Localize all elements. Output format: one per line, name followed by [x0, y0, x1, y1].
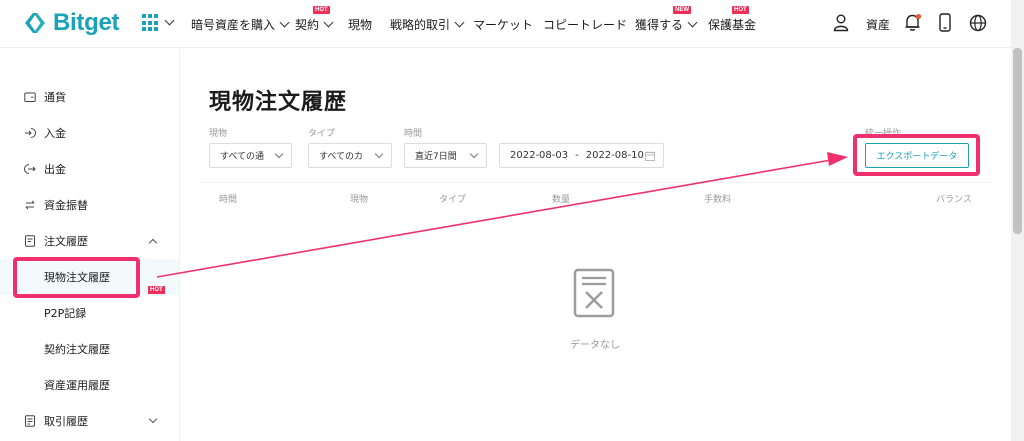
date-start: 2022-08-03	[510, 150, 569, 161]
column-header-quantity: 数量	[552, 195, 571, 205]
column-header-fee: 手数料	[704, 195, 732, 205]
column-header-balance: バランス	[936, 195, 972, 205]
hot-badge: HOT	[313, 6, 330, 14]
chevron-down-icon	[148, 414, 158, 424]
sidebar-item-label: 資金振替	[44, 199, 88, 212]
sidebar-item-label: 通貨	[44, 91, 66, 104]
select-value: 直近7日間	[415, 152, 457, 162]
mobile-icon[interactable]	[939, 13, 951, 32]
sidebar-item-currency[interactable]: 通貨	[0, 79, 179, 115]
sidebar-item-withdraw[interactable]: 出金	[0, 151, 179, 187]
brand-name: Bitget	[53, 9, 120, 36]
user-icon[interactable]	[833, 14, 849, 32]
transfer-icon	[25, 200, 35, 210]
top-navigation-bar: Bitget 暗号資産を購入 HOT 契約 現物 戦略的取引 マーケット コピー…	[0, 0, 1024, 48]
chevron-up-icon	[148, 238, 158, 248]
chevron-down-icon	[374, 149, 384, 159]
sidebar-item-label: 取引履歴	[44, 415, 88, 428]
nav-strategy-trading[interactable]: 戦略的取引	[390, 16, 465, 33]
spot-currency-select[interactable]: すべての通	[209, 143, 292, 168]
sidebar-item-label: 入金	[44, 127, 66, 140]
empty-state-text: データなし	[570, 340, 620, 351]
trade-history-icon	[25, 415, 35, 427]
chevron-down-icon	[323, 17, 334, 28]
chevron-down-icon	[164, 15, 175, 25]
bitget-logo[interactable]: Bitget	[22, 9, 120, 37]
nav-item-label: 現物	[348, 18, 373, 32]
arrow-line	[156, 159, 832, 278]
table-header-row: 時間 現物 タイプ 数量 手数料 バランス	[200, 182, 990, 212]
chevron-down-icon	[469, 149, 479, 159]
nav-item-label: 保護基金	[708, 18, 757, 32]
wallet-icon	[24, 92, 36, 102]
nav-item-label: コピートレード	[543, 18, 628, 32]
chevron-down-icon	[687, 17, 698, 28]
sidebar-item-transfer[interactable]: 資金振替	[0, 187, 179, 223]
scrollbar-thumb[interactable]	[1013, 48, 1022, 234]
nav-spot[interactable]: 現物	[348, 16, 372, 33]
nav-item-label: 戦略的取引	[390, 18, 451, 32]
sidebar-subitem-futures-order-history[interactable]: 契約注文履歴	[0, 331, 179, 367]
sidebar-subitem-asset-management-history[interactable]: 資産運用履歴	[0, 367, 179, 403]
withdraw-icon	[24, 164, 36, 174]
calendar-icon	[645, 151, 655, 161]
column-header-time: 時間	[219, 195, 238, 205]
date-range-picker[interactable]: 2022-08-03 - 2022-08-10	[499, 143, 664, 168]
nav-futures[interactable]: HOT 契約	[295, 6, 334, 33]
highlight-box-spot-order-history	[13, 257, 140, 298]
sidebar-item-label: 注文履歴	[44, 235, 88, 248]
nav-markets[interactable]: マーケット	[473, 16, 533, 33]
nav-item-label: 契約	[295, 18, 320, 32]
highlight-box-export-button	[853, 134, 980, 176]
chevron-down-icon	[454, 17, 465, 28]
chevron-down-icon	[279, 17, 290, 28]
nav-assets[interactable]: 資産	[866, 16, 890, 33]
no-data-icon	[573, 268, 615, 318]
nav-copy-trade[interactable]: コピートレード	[543, 16, 627, 33]
hot-badge: HOT	[732, 6, 749, 14]
chevron-down-icon	[274, 149, 284, 159]
globe-icon[interactable]	[969, 14, 987, 32]
sidebar-item-order-history[interactable]: 注文履歴	[0, 223, 179, 259]
hot-badge: HOT	[148, 286, 165, 294]
nav-item-label: 暗号資産を購入	[191, 18, 276, 32]
column-header-type: タイプ	[439, 195, 467, 205]
sidebar-subitem-p2p-records[interactable]: P2P記録	[0, 295, 179, 331]
sidebar-item-label: 資産運用履歴	[44, 379, 110, 392]
new-badge: NEW	[673, 6, 691, 14]
nav-item-label: 獲得する	[635, 18, 684, 32]
order-history-icon	[25, 235, 35, 247]
filter-label-time: 時間	[404, 129, 423, 139]
type-select[interactable]: すべてのカ	[308, 143, 392, 168]
filter-label-type: タイプ	[308, 129, 336, 139]
bitget-logo-icon	[25, 13, 45, 33]
select-value: すべてのカ	[319, 152, 364, 162]
time-range-select[interactable]: 直近7日間	[404, 143, 487, 168]
apps-menu-button[interactable]	[142, 14, 175, 32]
deposit-icon	[25, 128, 36, 138]
nav-item-label: マーケット	[473, 18, 534, 32]
arrow-head	[827, 152, 848, 166]
page-title: 現物注文履歴	[209, 90, 348, 115]
nav-buy-crypto[interactable]: 暗号資産を購入	[191, 16, 290, 33]
sidebar-item-label: 出金	[44, 163, 66, 176]
filter-label-spot: 現物	[209, 129, 228, 139]
apps-grid-icon	[142, 14, 160, 32]
sidebar-item-label: 契約注文履歴	[44, 343, 110, 356]
nav-protection-fund[interactable]: HOT 保護基金	[708, 6, 757, 33]
sidebar-item-deposit[interactable]: 入金	[0, 115, 179, 151]
sidebar-item-label: P2P記録	[44, 307, 87, 320]
bell-icon[interactable]	[904, 13, 922, 32]
date-end: 2022-08-10	[585, 150, 644, 161]
date-separator: -	[575, 150, 579, 161]
column-header-spot: 現物	[350, 195, 369, 205]
select-value: すべての通	[220, 152, 265, 162]
nav-earn[interactable]: NEW 獲得する	[635, 6, 698, 33]
sidebar-item-trade-history[interactable]: 取引履歴	[0, 403, 179, 439]
sidebar: 通貨 入金 出金 資金振替 注文履歴 現物注文履歴 P2P記録 契約注文履歴 資…	[0, 49, 180, 441]
